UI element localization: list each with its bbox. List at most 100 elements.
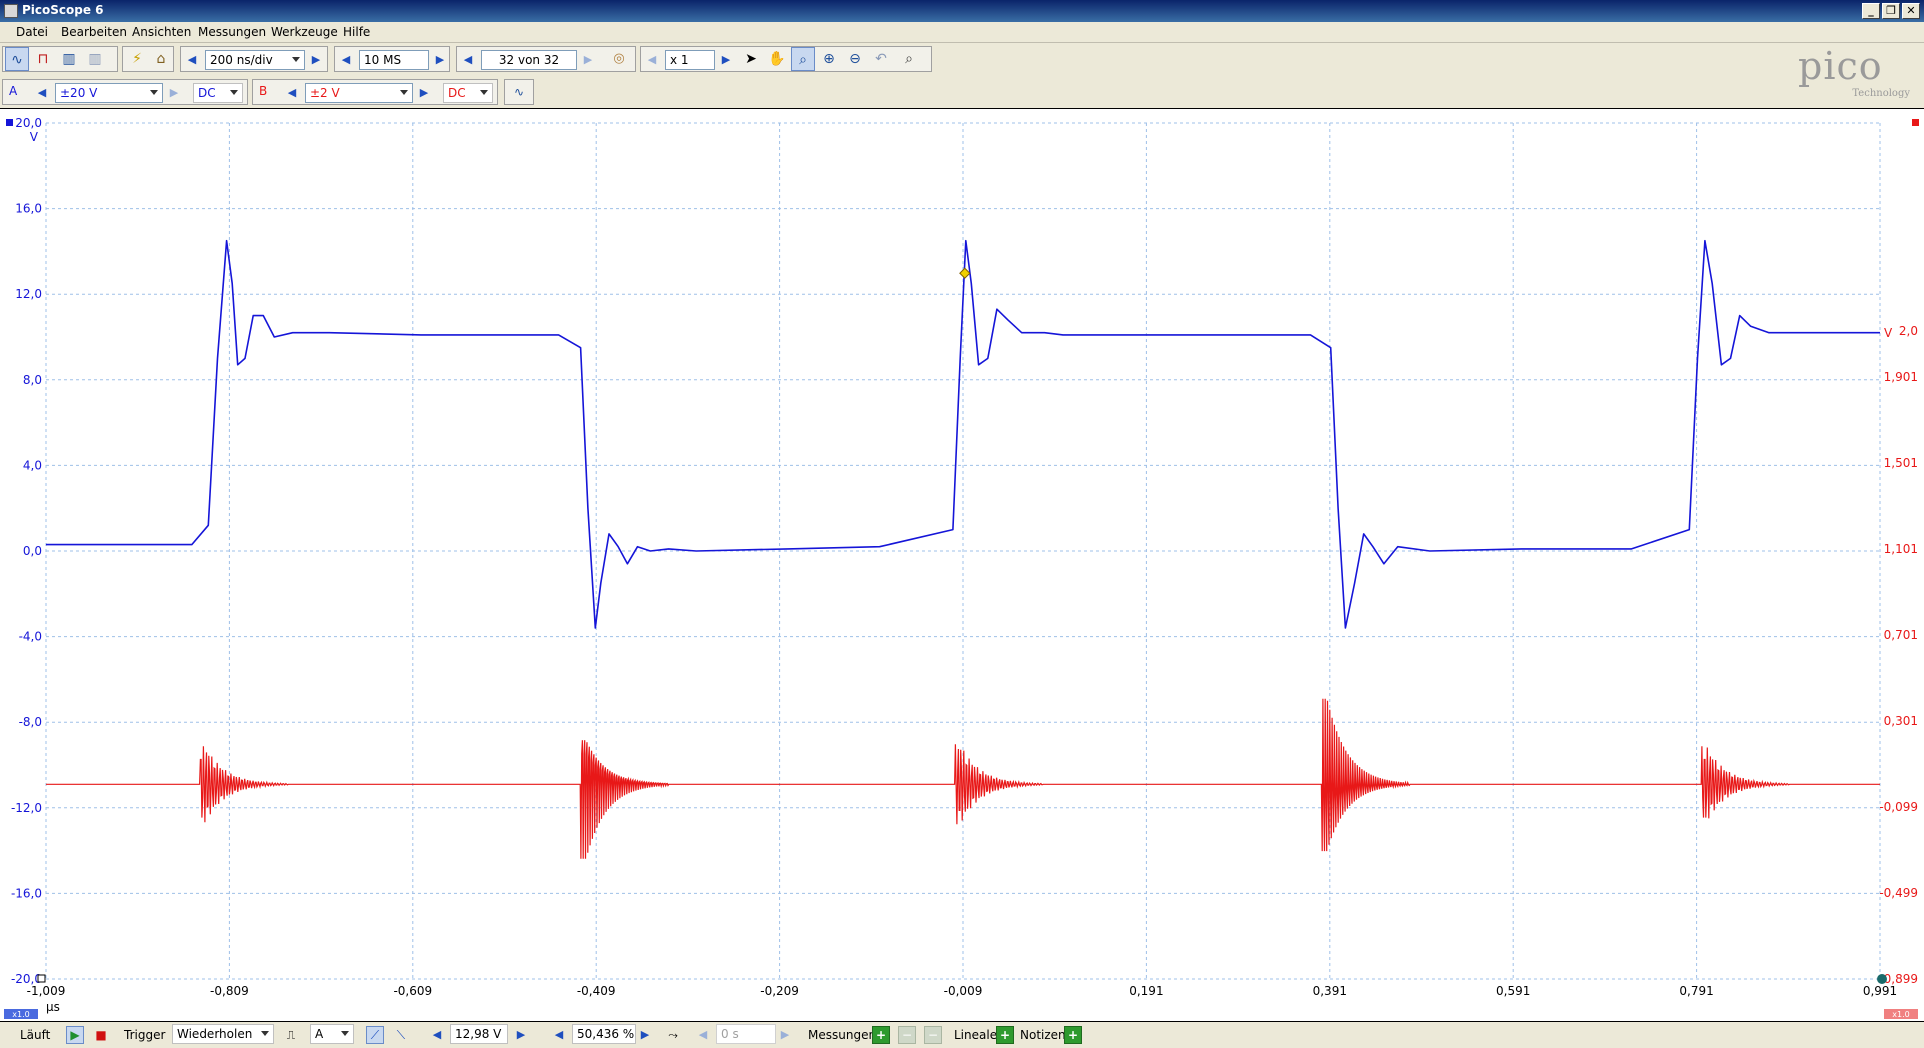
y-unit-b: V [1884, 326, 1893, 340]
timebase-value: 200 ns/div [210, 53, 273, 67]
zoom-prev-icon[interactable]: ◀ [643, 50, 661, 70]
channel-a-range-prev-icon[interactable]: ◀ [33, 83, 51, 103]
x-unit-label: µs [46, 1000, 60, 1014]
buffer-next-icon[interactable]: ▶ [579, 50, 597, 70]
play-icon[interactable]: ▶ [66, 1026, 84, 1044]
samples-next-icon[interactable]: ▶ [431, 50, 449, 70]
x-tick-label: -0,209 [760, 984, 799, 998]
samples-value: 10 MS [364, 53, 402, 67]
channel-b-group: B ◀ ±2 V ▶ DC [252, 79, 498, 105]
channel-a-coupling-select[interactable]: DC [193, 83, 243, 103]
channel-a-range-value: ±20 V [60, 86, 98, 100]
trigger-level-value: 12,98 V [455, 1027, 502, 1041]
samples-select[interactable]: 10 MS [359, 50, 429, 70]
rulers-label: Lineale [954, 1028, 998, 1042]
trigger-advanced-icon[interactable]: ⎍ [282, 1026, 300, 1044]
channel-b-range-next-icon[interactable]: ▶ [415, 83, 433, 103]
zoom-out-icon[interactable]: ⊖ [843, 47, 867, 71]
channel-b-range-prev-icon[interactable]: ◀ [283, 83, 301, 103]
zoom-window-icon[interactable]: ⌕ [791, 47, 815, 71]
add-measurement-icon[interactable]: + [872, 1026, 890, 1044]
timebase-next-icon[interactable]: ▶ [307, 50, 325, 70]
timebase-group: ◀ 200 ns/div ▶ [180, 46, 328, 72]
chevron-down-icon [230, 90, 238, 95]
delay-field[interactable]: 0 s [716, 1024, 776, 1044]
notes-icon[interactable]: + [1064, 1026, 1082, 1044]
menu-hilfe[interactable]: Hilfe [343, 25, 370, 39]
delay-next-icon[interactable]: ▶ [776, 1025, 794, 1045]
y-tick-label-a: 12,0 [15, 287, 42, 301]
remove-measurement-icon[interactable]: − [924, 1026, 942, 1044]
zoom-overview-icon[interactable]: ⌕ [897, 47, 921, 71]
home-icon[interactable]: ⌂ [149, 47, 173, 71]
menu-ansichten[interactable]: Ansichten [132, 25, 191, 39]
auto-setup-icon[interactable]: ⚡ [125, 47, 149, 71]
menu-werkzeuge[interactable]: Werkzeuge [271, 25, 338, 39]
delay-prev-icon[interactable]: ◀ [694, 1025, 712, 1045]
y-tick-label-a: 20,0 [15, 116, 42, 130]
pointer-icon[interactable]: ➤ [739, 47, 763, 71]
channel-a-range-select[interactable]: ±20 V [55, 83, 163, 103]
menu-datei[interactable]: Datei [16, 25, 48, 39]
channel-toolbar: A ◀ ±20 V ▶ DC B ◀ ±2 V ▶ DC ∿ [0, 78, 1924, 106]
persistence-mode-icon[interactable]: ⊓ [31, 47, 55, 71]
menu-messungen[interactable]: Messungen [198, 25, 266, 39]
x-tick-label: 0,591 [1496, 984, 1530, 998]
run-status-label: Läuft [20, 1028, 51, 1042]
rising-edge-icon[interactable]: ⟋ [366, 1026, 384, 1044]
title-bar: PicoScope 6 _ ❐ ✕ [0, 0, 1924, 22]
timebase-select[interactable]: 200 ns/div [205, 50, 305, 70]
channel-a-label[interactable]: A [9, 84, 17, 98]
channel-b-range-value: ±2 V [310, 86, 340, 100]
measurements-label: Messungen [808, 1028, 877, 1042]
spectrum-mode-icon[interactable]: ▥ [57, 47, 81, 71]
origin-marker [37, 974, 46, 983]
trigger-level-prev-icon[interactable]: ◀ [428, 1025, 446, 1045]
scope-view[interactable]: 20,0 16,0 12,0 8,0 4,0 0,0 -4,0 -8,0 -12,0 -16,0 -… [0, 108, 1924, 1022]
falling-edge-icon[interactable]: ⟍ [392, 1026, 410, 1044]
close-button[interactable]: ✕ [1902, 3, 1920, 19]
main-toolbar: ∿ ⊓ ▥ ▥ ⚡ ⌂ ◀ 200 ns/div ▶ ◀ 10 MS ▶ ◀ 3… [0, 44, 1924, 76]
hand-icon[interactable]: ✋ [765, 47, 789, 71]
channel-b-label[interactable]: B [259, 84, 267, 98]
trigger-delay-icon[interactable]: ⤳ [664, 1026, 682, 1044]
channel-b-range-select[interactable]: ±2 V [305, 83, 413, 103]
channel-a-range-next-icon[interactable]: ▶ [165, 83, 183, 103]
restore-button[interactable]: ❐ [1882, 3, 1900, 19]
channel-b-coupling-select[interactable]: DC [443, 83, 493, 103]
stop-icon[interactable]: ■ [92, 1026, 110, 1044]
pretrigger-field[interactable]: 50,436 % [572, 1024, 636, 1044]
trigger-mode-select[interactable]: Wiederholen [172, 1024, 274, 1044]
buffer-navigator-icon[interactable]: ◎ [607, 47, 631, 71]
x-tick-label: -0,609 [393, 984, 432, 998]
trigger-level-next-icon[interactable]: ▶ [512, 1025, 530, 1045]
trigger-channel-select[interactable]: A [310, 1024, 354, 1044]
rulers-icon[interactable]: + [996, 1026, 1014, 1044]
pretrigger-next-icon[interactable]: ▶ [636, 1025, 654, 1045]
samples-prev-icon[interactable]: ◀ [337, 50, 355, 70]
zoom-select[interactable]: x 1 [665, 50, 715, 70]
channel-b-marker [1912, 119, 1919, 126]
x-tick-label: 0,791 [1679, 984, 1713, 998]
minimize-button[interactable]: _ [1862, 3, 1880, 19]
logo-word: pico [1798, 44, 1883, 88]
timebase-prev-icon[interactable]: ◀ [183, 50, 201, 70]
y-unit-a: V [30, 130, 39, 144]
zoom-next-icon[interactable]: ▶ [717, 50, 735, 70]
signal-generator-group: ∿ [504, 79, 534, 105]
samples-group: ◀ 10 MS ▶ [334, 46, 450, 72]
analysis-mode-icon[interactable]: ▥ [83, 47, 107, 71]
trigger-level-field[interactable]: 12,98 V [450, 1024, 508, 1044]
scope-mode-icon[interactable]: ∿ [5, 47, 29, 71]
pretrigger-prev-icon[interactable]: ◀ [550, 1025, 568, 1045]
edit-measurement-icon[interactable]: − [898, 1026, 916, 1044]
buffer-select[interactable]: 32 von 32 [481, 50, 577, 70]
undo-zoom-icon[interactable]: ↶ [869, 47, 893, 71]
x-tick-label: 0,391 [1313, 984, 1347, 998]
buffer-prev-icon[interactable]: ◀ [459, 50, 477, 70]
menu-bar: Datei Bearbeiten Ansichten Messungen Wer… [0, 22, 1924, 43]
zoom-in-icon[interactable]: ⊕ [817, 47, 841, 71]
menu-bearbeiten[interactable]: Bearbeiten [61, 25, 127, 39]
signal-generator-icon[interactable]: ∿ [507, 80, 531, 104]
chevron-down-icon [150, 90, 158, 95]
